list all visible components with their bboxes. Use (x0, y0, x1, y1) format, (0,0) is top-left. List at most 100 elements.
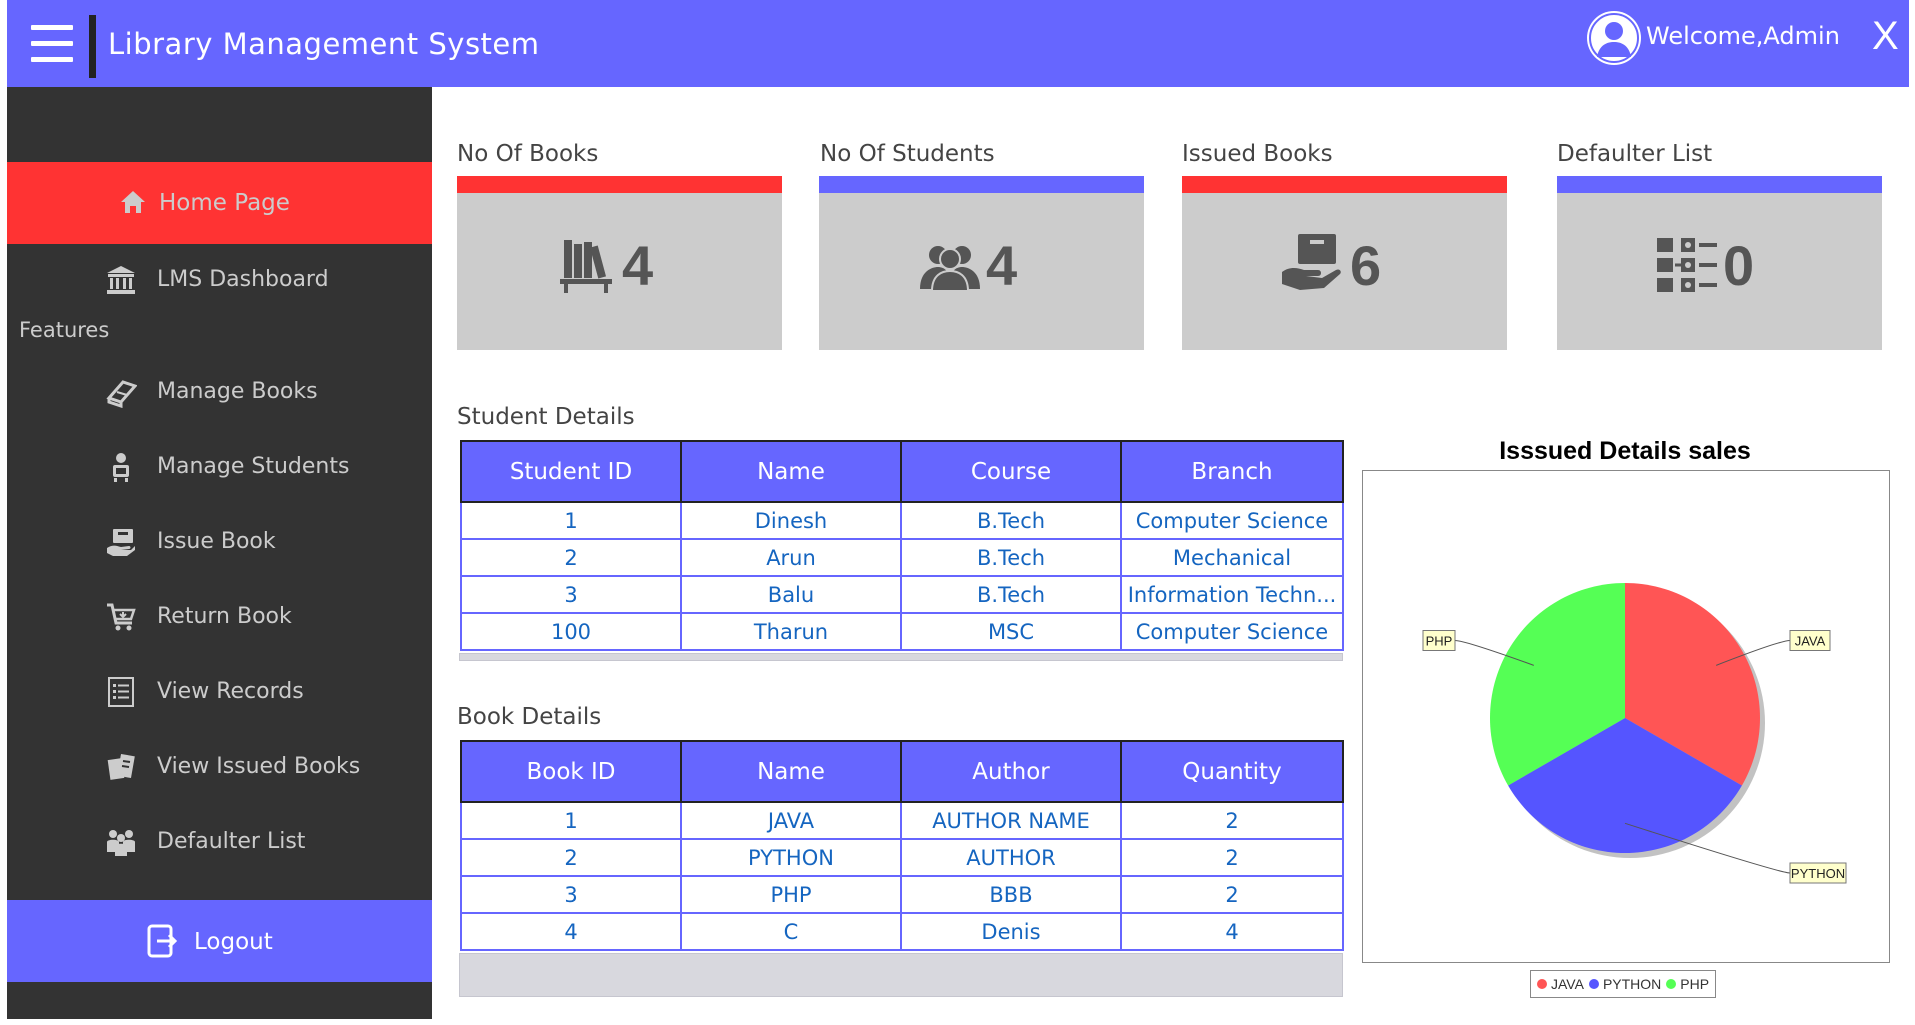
table-row[interactable]: 3 PHP BBB 2 (460, 875, 1344, 914)
slice-label: PHP (1426, 634, 1453, 649)
slice-label: PYTHON (1791, 866, 1845, 881)
issue-book-icon (107, 529, 135, 556)
books-shelf-icon (560, 240, 612, 293)
book-icon (106, 380, 137, 408)
table-cell: 4 (1120, 912, 1344, 951)
sidebar-item-dashboard[interactable]: LMS Dashboard (7, 250, 432, 310)
table-cell: B.Tech (900, 501, 1122, 540)
students-group-icon (920, 246, 980, 291)
table-cell: 3 (460, 575, 682, 614)
column-header[interactable]: Branch (1120, 440, 1344, 503)
table-cell: 2 (460, 538, 682, 577)
table-cell: PHP (680, 875, 902, 914)
card-value-issued: 6 (1350, 234, 1382, 297)
sidebar-item-issue-book[interactable]: Issue Book (7, 512, 432, 572)
table-row[interactable]: 2 PYTHON AUTHOR 2 (460, 838, 1344, 877)
table-cell: 4 (460, 912, 682, 951)
column-header[interactable]: Course (900, 440, 1122, 503)
legend-entry: JAVA (1537, 976, 1584, 992)
app-title: Library Management System (108, 27, 540, 61)
list-images-icon (1657, 238, 1717, 292)
card-issued (1182, 193, 1507, 350)
sidebar-item-home[interactable]: Home Page (7, 162, 432, 244)
table-row[interactable]: 1 Dinesh B.Tech Computer Science (460, 501, 1344, 540)
table-cell: AUTHOR NAME (900, 801, 1122, 840)
student-details-table: Student ID Name Course Branch 1 Dinesh B… (460, 440, 1344, 651)
column-header[interactable]: Quantity (1120, 740, 1344, 803)
card-title-issued: Issued Books (1182, 141, 1333, 167)
close-button[interactable]: X (1872, 14, 1899, 59)
table-cell: Mechanical (1120, 538, 1344, 577)
logout-button[interactable]: Logout (7, 900, 432, 982)
column-header[interactable]: Book ID (460, 740, 682, 803)
defaulter-group-icon (107, 830, 135, 856)
table-cell: 2 (1120, 875, 1344, 914)
legend-swatch (1666, 979, 1677, 989)
table-header-row: Book ID Name Author Quantity (460, 740, 1344, 803)
book-details-table: Book ID Name Author Quantity 1 JAVA AUTH… (460, 740, 1344, 951)
card-accent-bar (819, 176, 1144, 193)
chart-legend: JAVA PYTHON PHP (1530, 970, 1717, 998)
card-defaulters (1557, 193, 1882, 350)
book-details-title: Book Details (457, 704, 602, 730)
table-row[interactable]: 1 JAVA AUTHOR NAME 2 (460, 801, 1344, 840)
column-header[interactable]: Author (900, 740, 1122, 803)
sidebar-item-label: LMS Dashboard (157, 267, 329, 292)
card-title-defaulters: Defaulter List (1557, 141, 1713, 167)
table-cell: AUTHOR (900, 838, 1122, 877)
sidebar-item-label: Manage Students (157, 454, 350, 479)
card-value-students: 4 (986, 234, 1018, 297)
legend-entry: PYTHON (1588, 976, 1662, 992)
records-list-icon (108, 677, 134, 707)
sidebar-item-manage-students[interactable]: Manage Students (7, 437, 432, 497)
column-header[interactable]: Student ID (460, 440, 682, 503)
student-details-title: Student Details (457, 404, 635, 430)
slice-label: JAVA (1795, 634, 1826, 649)
student-table-scroll-area (459, 653, 1343, 661)
sidebar: Home Page LMS Dashboard Features Manage … (7, 87, 432, 1021)
legend-swatch (1537, 979, 1547, 989)
pie-chart-canvas: JAVA PYTHON PHP (1422, 583, 1847, 884)
menu-hamburger-icon[interactable] (31, 25, 73, 63)
table-row[interactable]: 3 Balu B.Tech Information Techn... (460, 575, 1344, 614)
table-cell: 1 (460, 501, 682, 540)
card-accent-bar (457, 176, 782, 193)
table-row[interactable]: 100 Tharun MSC Computer Science (460, 612, 1344, 651)
window-left-edge (0, 0, 7, 1025)
table-cell: BBB (900, 875, 1122, 914)
table-cell: JAVA (680, 801, 902, 840)
column-header[interactable]: Name (680, 440, 902, 503)
sidebar-item-view-records[interactable]: View Records (7, 662, 432, 722)
card-value-books: 4 (622, 234, 654, 297)
sidebar-item-return-book[interactable]: Return Book (7, 587, 432, 647)
table-row[interactable]: 4 C Denis 4 (460, 912, 1344, 951)
pie-chart: JAVA PYTHON PHP (1362, 470, 1890, 963)
table-cell: 100 (460, 612, 682, 651)
column-header[interactable]: Name (680, 740, 902, 803)
table-cell: Information Techn... (1120, 575, 1344, 614)
table-row[interactable]: 2 Arun B.Tech Mechanical (460, 538, 1344, 577)
issued-books-icon (107, 753, 135, 780)
user-avatar-icon (1587, 11, 1641, 65)
welcome-text: Welcome,Admin (1646, 22, 1840, 50)
bank-building-icon (107, 266, 135, 294)
logout-label: Logout (194, 929, 273, 955)
table-cell: MSC (900, 612, 1122, 651)
table-cell: B.Tech (900, 538, 1122, 577)
student-icon (113, 453, 129, 482)
legend-label: PYTHON (1602, 976, 1662, 992)
sidebar-item-label: Home Page (159, 190, 290, 216)
sidebar-item-manage-books[interactable]: Manage Books (7, 362, 432, 422)
legend-label: JAVA (1551, 976, 1584, 992)
sidebar-item-defaulter-list[interactable]: Defaulter List (7, 812, 432, 872)
table-cell: C (680, 912, 902, 951)
book-table-empty-area (459, 953, 1343, 997)
card-accent-bar (1557, 176, 1882, 193)
table-cell: Dinesh (680, 501, 902, 540)
legend-label: PHP (1680, 976, 1710, 992)
table-cell: Computer Science (1120, 612, 1344, 651)
table-cell: 1 (460, 801, 682, 840)
card-title-students: No Of Students (820, 141, 995, 167)
sidebar-item-view-issued-books[interactable]: View Issued Books (7, 737, 432, 797)
table-cell: Arun (680, 538, 902, 577)
